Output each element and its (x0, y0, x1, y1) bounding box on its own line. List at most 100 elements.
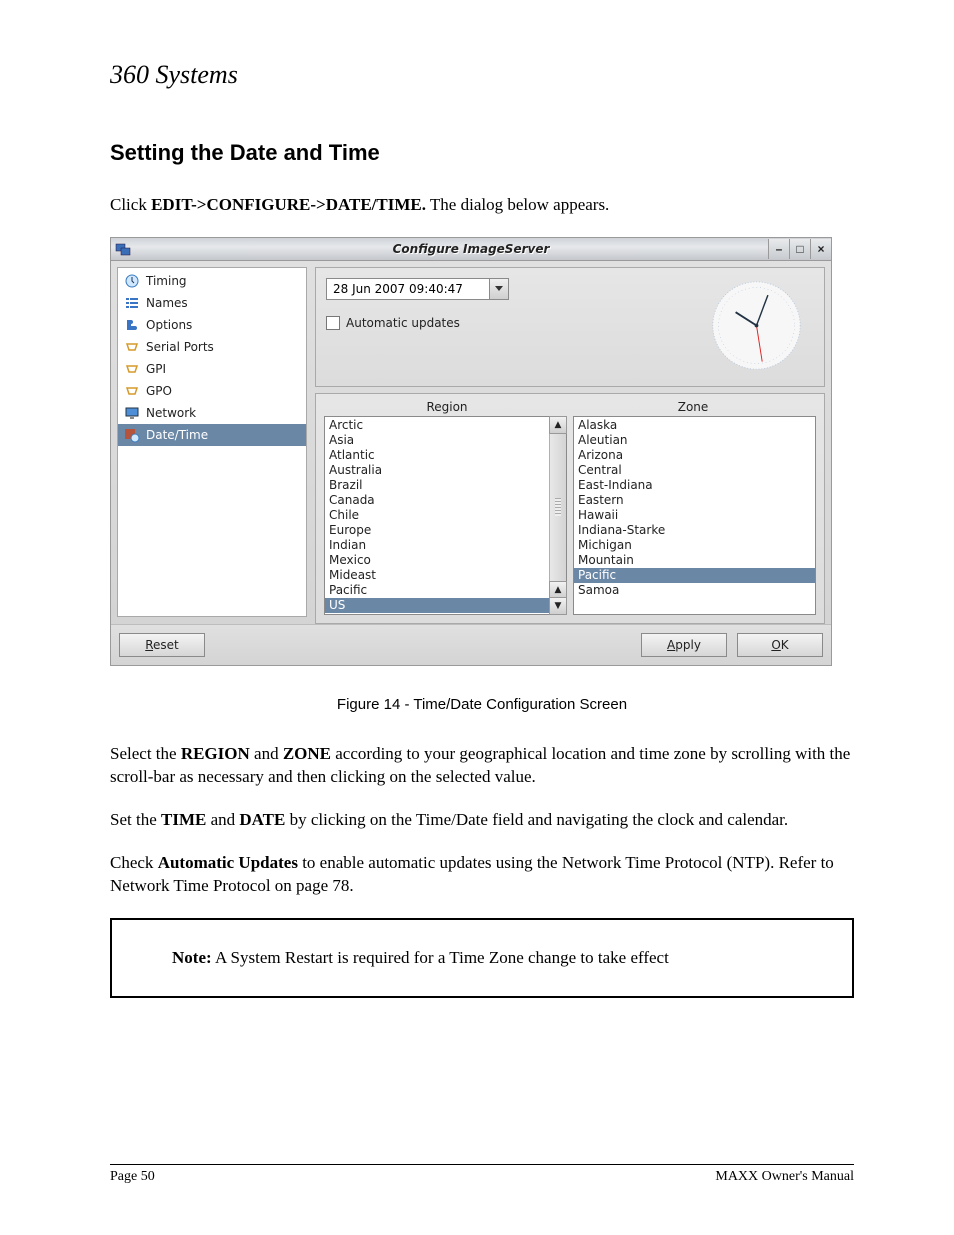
sidebar-item-label: Network (146, 406, 196, 420)
sidebar-item-label: Options (146, 318, 192, 332)
paragraph-region-zone: Select the REGION and ZONE according to … (110, 743, 854, 789)
list-item[interactable]: Canada (325, 493, 549, 508)
list-item[interactable]: US (325, 598, 549, 613)
brand-logo: 360 Systems (110, 60, 854, 90)
list-item[interactable]: Asia (325, 433, 549, 448)
text: Set the (110, 810, 161, 829)
text: TIME (161, 810, 206, 829)
reset-button[interactable]: Reset (119, 633, 205, 657)
list-item[interactable]: Indian (325, 538, 549, 553)
list-item[interactable]: Atlantic (325, 448, 549, 463)
sidebar-item-names[interactable]: Names (118, 292, 306, 314)
scroll-down-button[interactable]: ▼ (549, 597, 567, 615)
list-item[interactable]: Europe (325, 523, 549, 538)
analog-clock (709, 278, 804, 373)
sidebar-item-label: Serial Ports (146, 340, 214, 354)
text: DATE (239, 810, 285, 829)
figure-caption: Figure 14 - Time/Date Configuration Scre… (110, 696, 854, 713)
dialog-window: Configure ImageServer – □ × Timing Names (110, 237, 832, 666)
list-item[interactable]: Arctic (325, 418, 549, 433)
datetime-panel: Automatic updates (315, 267, 825, 387)
zone-listbox[interactable]: AlaskaAleutianArizonaCentralEast-Indiana… (573, 416, 816, 615)
checkbox[interactable] (326, 316, 340, 330)
note-box: Note: A System Restart is required for a… (110, 918, 854, 998)
manual-title: MAXX Owner's Manual (715, 1169, 854, 1185)
puzzle-icon (124, 317, 140, 333)
text: Automatic Updates (158, 853, 298, 872)
datetime-field[interactable] (326, 278, 509, 300)
sidebar-item-network[interactable]: Network (118, 402, 306, 424)
sidebar-item-label: Date/Time (146, 428, 208, 442)
sidebar-item-label: GPO (146, 384, 172, 398)
intro-paragraph: Click EDIT->CONFIGURE->DATE/TIME. The di… (110, 194, 854, 217)
list-item[interactable]: Hawaii (574, 508, 815, 523)
list-item[interactable]: Australia (325, 463, 549, 478)
zone-header: Zone (570, 398, 816, 416)
list-item[interactable]: Central (574, 463, 815, 478)
chevron-down-icon (495, 286, 503, 292)
datetime-input[interactable] (327, 279, 489, 299)
region-header: Region (324, 398, 570, 416)
text: REGION (181, 744, 250, 763)
scroll-up-button[interactable]: ▲ (549, 416, 567, 434)
section-heading: Setting the Date and Time (110, 140, 854, 166)
ok-button[interactable]: OK (737, 633, 823, 657)
sidebar-item-label: Names (146, 296, 188, 310)
sidebar-item-options[interactable]: Options (118, 314, 306, 336)
text: and (250, 744, 283, 763)
clock-icon (124, 273, 140, 289)
sidebar-item-label: Timing (146, 274, 187, 288)
sidebar-item-gpo[interactable]: GPO (118, 380, 306, 402)
dialog-button-bar: Reset Apply OK (111, 624, 831, 665)
page-number: Page 50 (110, 1169, 155, 1185)
paragraph-auto-updates: Check Automatic Updates to enable automa… (110, 852, 854, 898)
apply-button[interactable]: Apply (641, 633, 727, 657)
page-footer: Page 50 MAXX Owner's Manual (110, 1164, 854, 1185)
text: and (206, 810, 239, 829)
dropdown-button[interactable] (489, 279, 508, 299)
region-listbox[interactable]: ArcticAsiaAtlanticAustraliaBrazilCanadaC… (324, 416, 567, 615)
list-item[interactable]: Arizona (574, 448, 815, 463)
sidebar-item-serial-ports[interactable]: Serial Ports (118, 336, 306, 358)
window-title: Configure ImageServer (111, 242, 831, 256)
text: Select the (110, 744, 181, 763)
list-item[interactable]: Alaska (574, 418, 815, 433)
text: Check (110, 853, 158, 872)
document-page: 360 Systems Setting the Date and Time Cl… (0, 0, 954, 1235)
text: by clicking on the Time/Date field and n… (285, 810, 788, 829)
calendar-clock-icon (124, 427, 140, 443)
text: Click (110, 195, 151, 214)
monitor-icon (124, 405, 140, 421)
paragraph-time-date: Set the TIME and DATE by clicking on the… (110, 809, 854, 832)
scroll-track[interactable] (550, 433, 566, 582)
list-item[interactable]: Chile (325, 508, 549, 523)
list-item[interactable]: Aleutian (574, 433, 815, 448)
list-item[interactable]: Mountain (574, 553, 815, 568)
checkbox-label: Automatic updates (346, 316, 460, 330)
sidebar-item-date-time[interactable]: Date/Time (118, 424, 306, 446)
list-item[interactable]: Brazil (325, 478, 549, 493)
region-zone-panel: Region Zone ArcticAsiaAtlanticAustraliaB… (315, 393, 825, 624)
list-item[interactable]: Pacific (325, 583, 549, 598)
port-icon (124, 383, 140, 399)
sidebar-item-label: GPI (146, 362, 166, 376)
list-item[interactable]: Samoa (574, 583, 815, 598)
list-item[interactable]: Michigan (574, 538, 815, 553)
list-item[interactable]: Indiana-Starke (574, 523, 815, 538)
menu-path: EDIT->CONFIGURE->DATE/TIME. (151, 195, 426, 214)
list-item[interactable]: Mexico (325, 553, 549, 568)
gripper-icon (555, 498, 561, 516)
text: The dialog below appears. (426, 195, 609, 214)
list-headers: Region Zone (324, 398, 816, 416)
list-item[interactable]: East-Indiana (574, 478, 815, 493)
category-sidebar: Timing Names Options Serial Ports GPI (117, 267, 307, 617)
scrollbar[interactable]: ▲ ▲ ▼ (549, 417, 566, 614)
sidebar-item-gpi[interactable]: GPI (118, 358, 306, 380)
port-icon (124, 339, 140, 355)
list-item[interactable]: Eastern (574, 493, 815, 508)
list-item[interactable]: Pacific (574, 568, 815, 583)
text: ZONE (283, 744, 331, 763)
list-item[interactable]: Mideast (325, 568, 549, 583)
note-text: A System Restart is required for a Time … (212, 948, 669, 967)
sidebar-item-timing[interactable]: Timing (118, 270, 306, 292)
